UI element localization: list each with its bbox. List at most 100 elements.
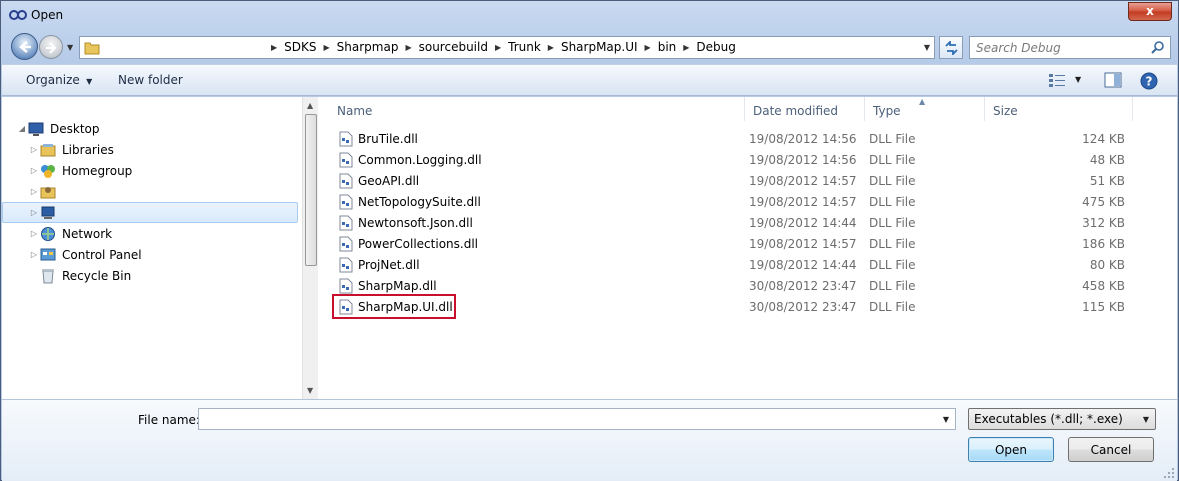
nav-item-label: Control Panel xyxy=(62,247,142,262)
column-header-name[interactable]: Name xyxy=(329,97,745,121)
table-row[interactable]: Common.Logging.dll 19/08/2012 14:56 DLL … xyxy=(329,150,1141,171)
chevron-down-icon[interactable]: ▼ xyxy=(943,415,949,424)
file-size: 475 KB xyxy=(1082,195,1125,209)
breadcrumb-item[interactable]: bin xyxy=(654,40,681,54)
breadcrumb-item[interactable]: Trunk xyxy=(504,40,545,54)
file-type: DLL File xyxy=(869,258,916,272)
open-file-dialog: Open x ▼ ▶ SDKS ▶ Sharpmap ▶ sourcebuild… xyxy=(0,0,1179,481)
search-input[interactable] xyxy=(970,37,1145,58)
organize-label: Organize xyxy=(26,73,80,87)
table-row[interactable]: GeoAPI.dll 19/08/2012 14:57 DLL File 51 … xyxy=(329,171,1141,192)
column-header-date[interactable]: Date modified xyxy=(745,97,865,121)
file-size: 80 KB xyxy=(1089,258,1125,272)
organize-button[interactable]: Organize ▼ xyxy=(26,73,92,87)
expand-arrow-icon[interactable]: ▷ xyxy=(28,166,40,175)
file-name-input[interactable] xyxy=(199,409,935,429)
nav-item-computer[interactable]: ▷ xyxy=(2,202,298,223)
file-name: SharpMap.dll xyxy=(358,279,437,293)
file-date: 19/08/2012 14:44 xyxy=(749,216,857,230)
file-size: 458 KB xyxy=(1082,279,1125,293)
file-date: 30/08/2012 23:47 xyxy=(749,300,857,314)
dll-file-icon xyxy=(339,194,353,210)
file-name: Newtonsoft.Json.dll xyxy=(358,216,473,230)
table-row[interactable]: Newtonsoft.Json.dll 19/08/2012 14:44 DLL… xyxy=(329,213,1141,234)
expand-arrow-icon[interactable]: ▷ xyxy=(28,145,40,154)
file-type: DLL File xyxy=(869,195,916,209)
expand-arrow-icon[interactable]: ▷ xyxy=(28,250,40,259)
close-icon: x xyxy=(1146,4,1154,18)
user-folder-icon xyxy=(40,186,56,198)
address-bar[interactable]: ▶ SDKS ▶ Sharpmap ▶ sourcebuild ▶ Trunk … xyxy=(79,36,935,59)
nav-item-label: Libraries xyxy=(62,142,114,157)
open-button[interactable]: Open xyxy=(968,437,1054,462)
new-folder-button[interactable]: New folder xyxy=(118,73,183,87)
table-row[interactable]: BruTile.dll 19/08/2012 14:56 DLL File 12… xyxy=(329,129,1141,150)
libraries-icon xyxy=(40,143,56,156)
recent-pages-chevron-icon[interactable]: ▼ xyxy=(67,43,73,52)
breadcrumb-separator-icon[interactable]: ▶ xyxy=(268,43,280,52)
title-bar[interactable]: Open x xyxy=(1,1,1178,31)
breadcrumb-separator-icon[interactable]: ▶ xyxy=(321,43,333,52)
breadcrumb-separator-icon[interactable]: ▶ xyxy=(492,43,504,52)
view-options-chevron-icon[interactable]: ▼ xyxy=(1075,75,1081,84)
back-button[interactable] xyxy=(11,33,38,60)
file-type-filter[interactable]: Executables (*.dll; *.exe) ▼ xyxy=(968,408,1156,430)
control-panel-icon xyxy=(40,248,56,260)
help-icon[interactable]: ? xyxy=(1140,72,1158,90)
file-date: 19/08/2012 14:57 xyxy=(749,237,857,251)
preview-pane-icon[interactable] xyxy=(1104,72,1122,88)
sort-indicator-icon: ▲ xyxy=(919,97,926,106)
table-row[interactable]: NetTopologySuite.dll 19/08/2012 14:57 DL… xyxy=(329,192,1141,213)
nav-item-control-panel[interactable]: ▷ Control Panel xyxy=(2,244,302,265)
file-type-filter-value: Executables (*.dll; *.exe) xyxy=(974,412,1123,426)
breadcrumb-separator-icon[interactable]: ▶ xyxy=(642,43,654,52)
expand-arrow-icon[interactable]: ▷ xyxy=(28,187,40,196)
search-box[interactable] xyxy=(969,36,1171,59)
table-row[interactable]: ProjNet.dll 19/08/2012 14:44 DLL File 80… xyxy=(329,255,1141,276)
close-button[interactable]: x xyxy=(1128,2,1172,21)
nav-item-recycle-bin[interactable]: Recycle Bin xyxy=(2,265,302,286)
expand-arrow-icon[interactable]: ▷ xyxy=(28,208,40,217)
nav-item-network[interactable]: ▷ Network xyxy=(2,223,302,244)
nav-item-libraries[interactable]: ▷ Libraries xyxy=(2,139,302,160)
scroll-up-icon[interactable]: ▲ xyxy=(307,101,313,110)
breadcrumb-item[interactable]: SDKS xyxy=(280,40,320,54)
window-title: Open xyxy=(31,8,64,22)
scroll-down-icon[interactable]: ▼ xyxy=(307,386,313,395)
file-size: 48 KB xyxy=(1089,153,1125,167)
breadcrumb-separator-icon[interactable]: ▶ xyxy=(402,43,414,52)
navigation-scrollbar[interactable]: ▲ ▼ xyxy=(302,97,318,399)
file-size: 51 KB xyxy=(1089,174,1125,188)
search-icon[interactable] xyxy=(1151,40,1165,54)
breadcrumb-item[interactable]: Sharpmap xyxy=(333,40,403,54)
expand-arrow-icon[interactable]: ▷ xyxy=(28,229,40,238)
address-dropdown-icon[interactable]: ▼ xyxy=(924,43,930,52)
file-name-combobox[interactable]: ▼ xyxy=(198,408,956,430)
file-name: Common.Logging.dll xyxy=(358,153,482,167)
folder-icon xyxy=(84,42,100,55)
forward-button[interactable] xyxy=(39,35,63,59)
annotation-highlight-box xyxy=(332,294,456,319)
cancel-button[interactable]: Cancel xyxy=(1068,437,1154,462)
breadcrumb-separator-icon[interactable]: ▶ xyxy=(680,43,692,52)
scrollbar-thumb[interactable] xyxy=(305,114,317,266)
file-type: DLL File xyxy=(869,279,916,293)
breadcrumb-item[interactable]: sourcebuild xyxy=(415,40,492,54)
navigation-pane[interactable]: ◢ Desktop ▷ Libraries ▷ Homegroup ▷ ▷ ▷ … xyxy=(2,97,302,399)
breadcrumb-separator-icon[interactable]: ▶ xyxy=(545,43,557,52)
change-view-icon[interactable] xyxy=(1048,72,1066,88)
breadcrumb-item[interactable]: SharpMap.UI xyxy=(557,40,642,54)
nav-item-user[interactable]: ▷ xyxy=(2,181,302,202)
collapse-arrow-icon[interactable]: ◢ xyxy=(16,124,28,133)
refresh-button[interactable] xyxy=(939,36,963,59)
column-header-size[interactable]: Size xyxy=(985,97,1133,121)
redacted-path xyxy=(102,39,262,56)
table-row[interactable]: PowerCollections.dll 19/08/2012 14:57 DL… xyxy=(329,234,1141,255)
nav-item-desktop[interactable]: ◢ Desktop xyxy=(2,118,302,139)
file-size: 186 KB xyxy=(1082,237,1125,251)
breadcrumb-item[interactable]: Debug xyxy=(692,40,739,54)
nav-item-homegroup[interactable]: ▷ Homegroup xyxy=(2,160,302,181)
resize-grip-icon[interactable] xyxy=(1163,467,1175,479)
dialog-footer: File name: ▼ Executables (*.dll; *.exe) … xyxy=(2,399,1177,481)
file-type: DLL File xyxy=(869,237,916,251)
